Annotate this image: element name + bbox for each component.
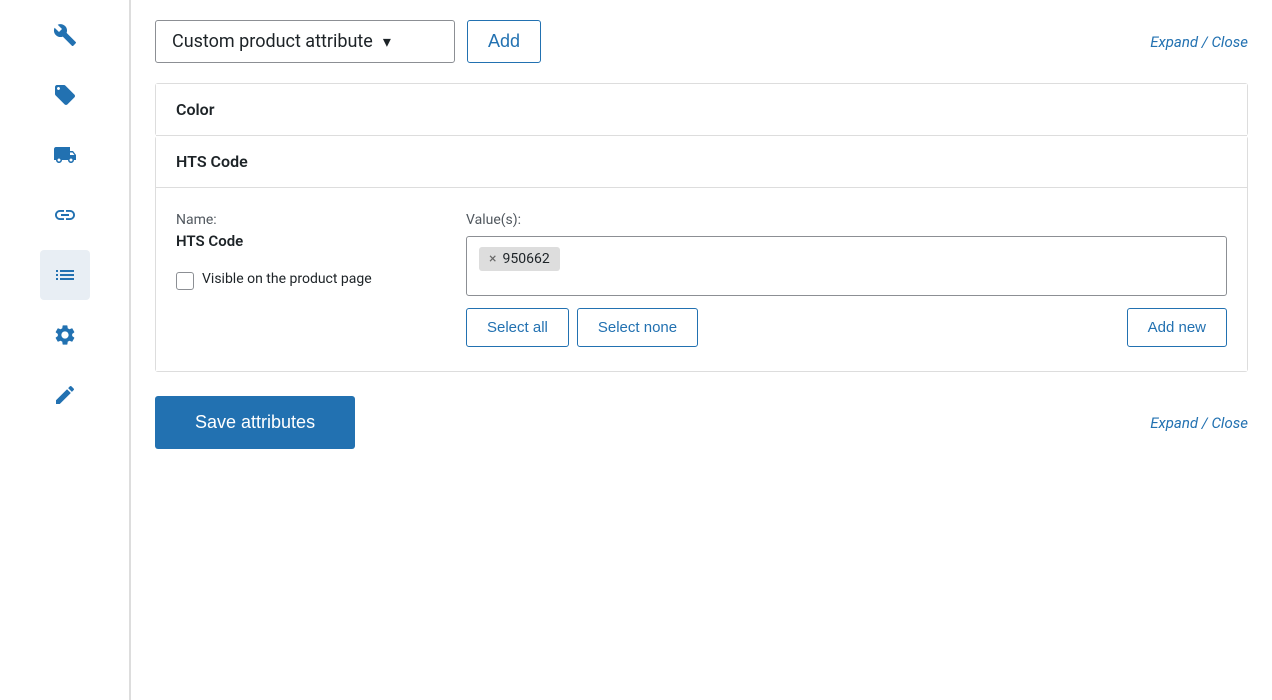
add-attribute-button[interactable]: Add — [467, 20, 541, 63]
hts-code-fields: Name: HTS Code Visible on the product pa… — [176, 212, 1227, 347]
sidebar-item-truck[interactable] — [40, 130, 90, 180]
remove-value-icon[interactable]: × — [489, 251, 496, 267]
select-all-button[interactable]: Select all — [466, 308, 569, 347]
visible-checkbox[interactable] — [176, 272, 194, 290]
sidebar-item-pencil[interactable] — [40, 370, 90, 420]
header-row: Custom product attribute ▾ Add Expand / … — [155, 20, 1248, 63]
chevron-down-icon: ▾ — [383, 32, 391, 51]
visible-label: Visible on the product page — [202, 270, 372, 290]
name-label: Name: — [176, 212, 426, 228]
sidebar-item-link[interactable] — [40, 190, 90, 240]
visible-checkbox-row: Visible on the product page — [176, 270, 426, 290]
hts-code-content: Name: HTS Code Visible on the product pa… — [156, 188, 1247, 371]
name-value: HTS Code — [176, 232, 426, 250]
attribute-dropdown[interactable]: Custom product attribute ▾ — [155, 20, 455, 63]
sidebar-item-gear[interactable] — [40, 310, 90, 360]
expand-close-link-bottom[interactable]: Expand / Close — [1150, 414, 1248, 432]
hts-code-section-title: HTS Code — [176, 152, 1227, 171]
value-tag-label: 950662 — [502, 251, 549, 267]
value-tag: × 950662 — [479, 247, 560, 271]
field-left: Name: HTS Code Visible on the product pa… — [176, 212, 426, 290]
hts-code-section-header[interactable]: HTS Code — [156, 136, 1247, 188]
values-input-box[interactable]: × 950662 — [466, 236, 1227, 296]
sidebar-item-wrench[interactable] — [40, 10, 90, 60]
save-attributes-button[interactable]: Save attributes — [155, 396, 355, 449]
attribute-dropdown-label: Custom product attribute — [172, 31, 373, 52]
hts-code-section: HTS Code Name: HTS Code Visible on the p… — [155, 136, 1248, 372]
color-section-title: Color — [176, 100, 1227, 119]
main-content: Custom product attribute ▾ Add Expand / … — [130, 0, 1272, 700]
add-new-button[interactable]: Add new — [1127, 308, 1227, 347]
expand-close-link-top[interactable]: Expand / Close — [1150, 33, 1248, 51]
values-label: Value(s): — [466, 212, 1227, 228]
sidebar-item-list[interactable] — [40, 250, 90, 300]
color-section-header[interactable]: Color — [156, 84, 1247, 136]
color-section: Color — [155, 83, 1248, 136]
footer-row: Save attributes Expand / Close — [155, 396, 1248, 449]
select-none-button[interactable]: Select none — [577, 308, 698, 347]
sidebar — [0, 0, 130, 700]
values-button-row: Select all Select none Add new — [466, 308, 1227, 347]
sidebar-item-tags[interactable] — [40, 70, 90, 120]
field-right: Value(s): × 950662 Select all Select non… — [466, 212, 1227, 347]
